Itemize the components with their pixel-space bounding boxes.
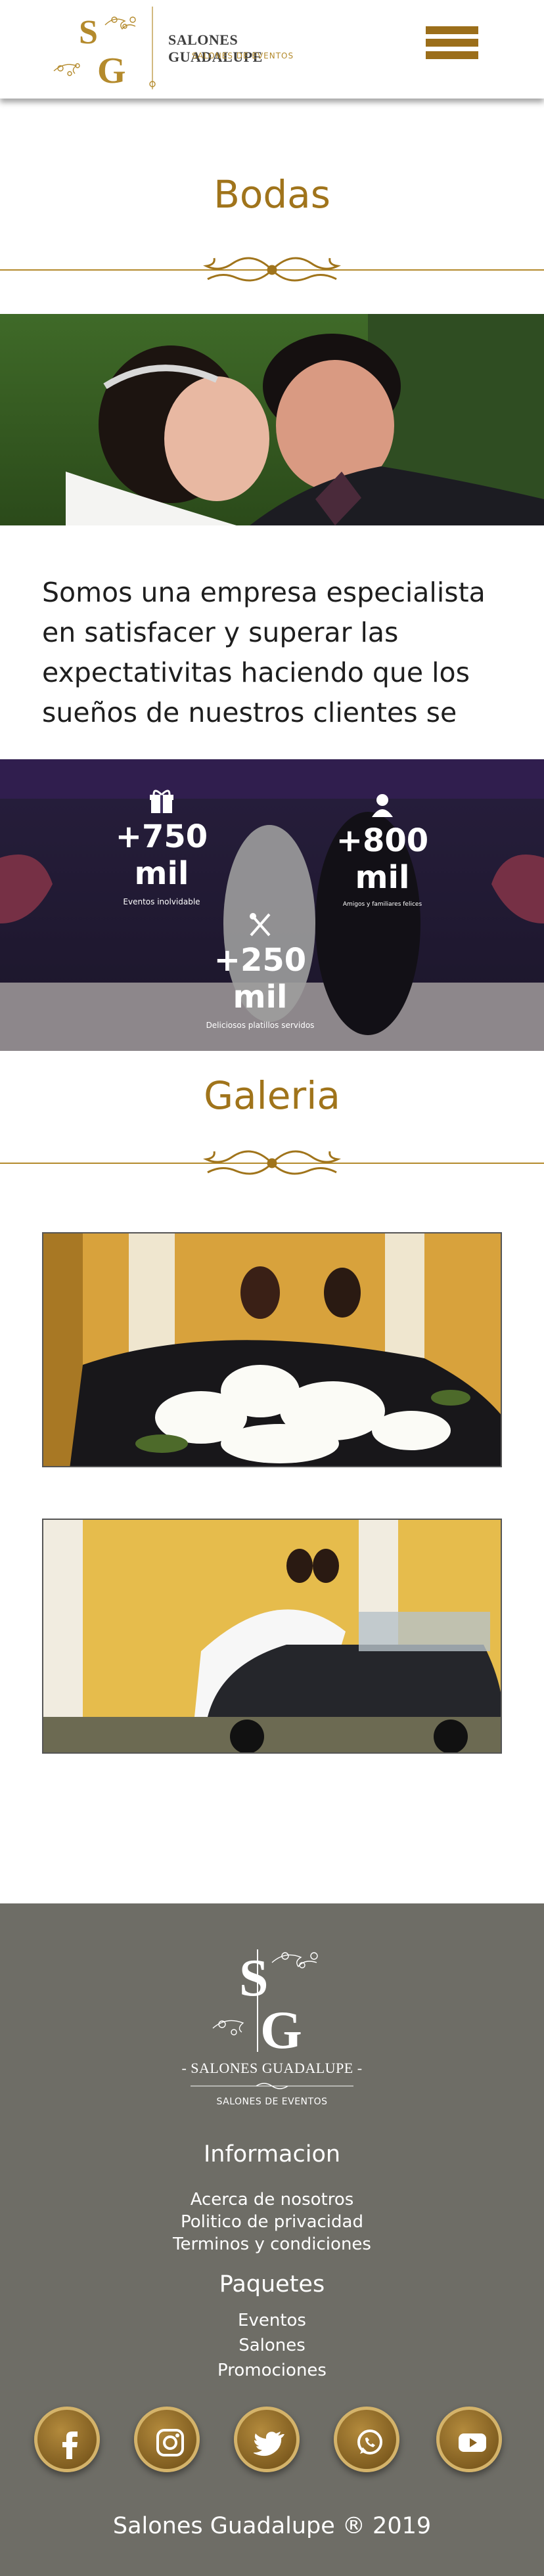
footer-copyright: Salones Guadalupe ® 2019: [112, 2513, 432, 2539]
twitter-icon[interactable]: [234, 2407, 300, 2472]
site-header: S G SALONES GUADALUPE SALONES DE EVENTOS: [0, 0, 544, 99]
hamburger-menu-icon[interactable]: [426, 26, 478, 67]
stats-banner: +750 mil Eventos inolvidable +800 mil Am…: [0, 759, 544, 1051]
hero-couple-photo: [0, 314, 544, 525]
utensils-icon: [250, 913, 271, 937]
youtube-icon[interactable]: [436, 2407, 502, 2472]
svg-text:S: S: [79, 14, 98, 51]
stat-guests-caption: Amigos y familiares felices: [342, 901, 422, 908]
footer-link-events[interactable]: Eventos: [0, 2311, 544, 2330]
footer-link-promotions[interactable]: Promociones: [0, 2361, 544, 2380]
footer-link-terms[interactable]: Terminos y condiciones: [0, 2234, 544, 2254]
footer-ornament-icon: [191, 2083, 353, 2089]
stat-events-value: +750 mil: [115, 818, 208, 892]
brand-logo[interactable]: S G SALONES GUADALUPE SALONES DE EVENTOS: [51, 5, 327, 92]
monogram-logo-icon: S G: [53, 7, 156, 91]
footer-link-privacy[interactable]: Politico de privacidad: [0, 2212, 544, 2232]
site-footer: S G - SALONES GUADALUPE - SALONES DE EVE…: [0, 1903, 544, 2576]
header-brand-name: SALONES GUADALUPE: [168, 32, 263, 65]
stat-dishes-value: +250 mil: [214, 942, 307, 1015]
gallery-photo-2[interactable]: [42, 1519, 502, 1754]
footer-brand-name: - SALONES GUADALUPE -: [181, 2060, 363, 2076]
svg-text:G: G: [260, 2000, 302, 2060]
bodas-title: Bodas: [214, 172, 330, 217]
intro-paragraph: Somos una empresa especialista en satisf…: [42, 577, 486, 728]
footer-info-title: Informacion: [203, 2141, 341, 2167]
footer-link-salons[interactable]: Salones: [0, 2336, 544, 2355]
svg-text:S: S: [239, 1949, 269, 2007]
stat-events: +750 mil Eventos inolvidable: [83, 788, 240, 906]
instagram-icon[interactable]: [134, 2407, 200, 2472]
stat-events-caption: Eventos inolvidable: [123, 897, 200, 906]
stat-guests-value: +800 mil: [336, 822, 429, 896]
gallery-photo-1[interactable]: [42, 1232, 502, 1467]
gift-icon: [150, 789, 173, 813]
footer-packages-title: Paquetes: [219, 2271, 325, 2298]
footer-link-about[interactable]: Acerca de nosotros: [0, 2190, 544, 2210]
facebook-icon[interactable]: [34, 2407, 100, 2472]
header-brand-subtitle: SALONES DE EVENTOS: [192, 51, 294, 60]
galeria-title: Galeria: [204, 1073, 340, 1118]
svg-text:G: G: [97, 51, 126, 91]
whatsapp-icon[interactable]: [334, 2407, 399, 2472]
ornament-divider-icon: [0, 257, 544, 282]
stat-dishes: +250 mil Deliciosos platillos servidos: [181, 912, 339, 1030]
user-icon: [372, 794, 393, 817]
ornament-divider-icon: [0, 1150, 544, 1175]
stat-dishes-caption: Deliciosos platillos servidos: [206, 1021, 315, 1030]
stat-guests: +800 mil Amigos y familiares felices: [304, 792, 461, 908]
footer-brand-subtitle: SALONES DE EVENTOS: [216, 2097, 328, 2107]
